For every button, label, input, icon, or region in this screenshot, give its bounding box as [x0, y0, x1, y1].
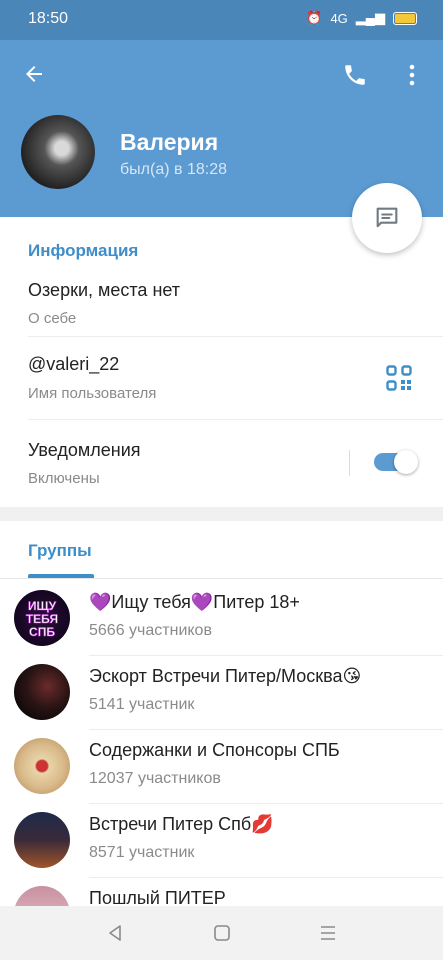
signal-icon: ▂▄▆ — [355, 10, 385, 25]
tab-border — [0, 578, 443, 579]
status-time: 18:50 — [28, 10, 69, 27]
more-vert-icon[interactable] — [404, 62, 420, 88]
nav-back-icon[interactable] — [105, 923, 125, 943]
message-button[interactable] — [352, 183, 422, 253]
group-avatar-logo: ИЩУ ТЕБЯ СПБ — [26, 599, 59, 640]
qr-code-icon[interactable] — [386, 365, 412, 391]
username-label: Имя пользователя — [28, 385, 157, 402]
battery-icon — [393, 11, 417, 25]
group-member-count: 8571 участник — [89, 844, 195, 861]
svg-text:ТЕБЯ: ТЕБЯ — [26, 612, 58, 626]
message-icon — [376, 207, 398, 228]
divider — [28, 419, 443, 420]
alarm-icon: ⏰ — [306, 10, 323, 25]
group-item[interactable]: Содержанки и Спонсоры СПБ 12037 участник… — [0, 730, 443, 804]
system-nav-bar — [0, 906, 443, 960]
bio-label: О себе — [28, 310, 77, 327]
nav-home-icon[interactable] — [212, 923, 232, 943]
status-icons: ⏰ 4G ▂▄▆ — [306, 10, 417, 26]
notifications-toggle[interactable] — [374, 450, 418, 474]
svg-text:СПБ: СПБ — [29, 625, 55, 639]
profile-last-seen: был(а) в 18:28 — [120, 161, 227, 178]
profile-avatar[interactable] — [21, 115, 95, 189]
network-label: 4G — [330, 10, 348, 26]
bio-value[interactable]: Озерки, места нет — [28, 280, 180, 301]
group-member-count: 12037 участников — [89, 770, 221, 787]
vertical-separator — [349, 450, 350, 476]
group-title: Эскорт Встречи Питер/Москва😘 — [89, 666, 362, 686]
group-member-count: 5141 участник — [89, 696, 195, 713]
notifications-status: Включены — [28, 470, 100, 487]
group-avatar — [14, 664, 70, 720]
group-avatar: ИЩУ ТЕБЯ СПБ — [14, 590, 70, 646]
username-value[interactable]: @valeri_22 — [28, 354, 119, 375]
group-item[interactable]: Эскорт Встречи Питер/Москва😘 5141 участн… — [0, 656, 443, 730]
group-title: Содержанки и Спонсоры СПБ — [89, 740, 340, 760]
notifications-title[interactable]: Уведомления — [28, 440, 141, 461]
toggle-knob — [394, 450, 418, 474]
section-gap — [0, 507, 443, 521]
divider — [28, 336, 443, 337]
info-section-title: Информация — [28, 241, 139, 260]
nav-menu-icon[interactable] — [318, 923, 338, 943]
group-avatar — [14, 738, 70, 794]
profile-name: Валерия — [120, 129, 219, 155]
svg-text:ИЩУ: ИЩУ — [28, 599, 57, 613]
group-member-count: 5666 участников — [89, 622, 212, 639]
group-item[interactable]: ИЩУ ТЕБЯ СПБ 💜Ищу тебя💜Питер 18+ 5666 уч… — [0, 582, 443, 656]
group-title: Встречи Питер Спб💋 — [89, 814, 274, 834]
status-bar: 18:50 ⏰ 4G ▂▄▆ — [0, 0, 443, 40]
phone-icon[interactable] — [342, 62, 368, 88]
tab-groups[interactable]: Группы — [28, 541, 92, 561]
group-title: 💜Ищу тебя💜Питер 18+ — [89, 592, 300, 612]
back-arrow-icon[interactable] — [22, 62, 46, 86]
group-avatar — [14, 812, 70, 868]
group-item[interactable]: Встречи Питер Спб💋 8571 участник — [0, 804, 443, 878]
